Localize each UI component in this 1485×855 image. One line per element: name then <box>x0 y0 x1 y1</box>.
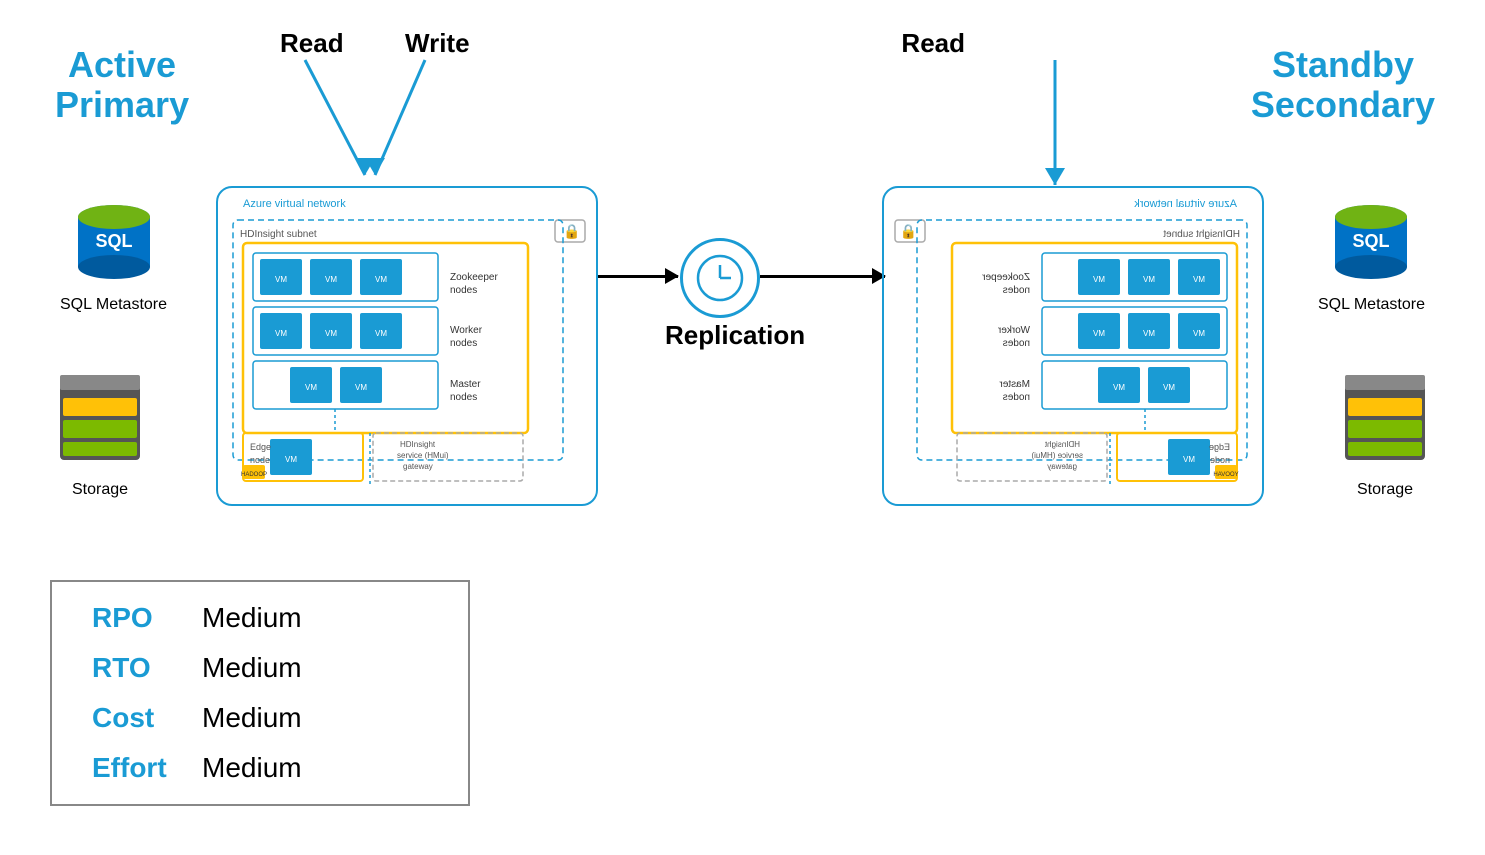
sql-metastore-right: SQL SQL Metastore <box>1318 195 1425 314</box>
svg-text:MV: MV <box>1162 383 1175 392</box>
svg-text:🔒: 🔒 <box>900 223 917 240</box>
svg-text:nodes: nodes <box>450 285 477 296</box>
effort-value: Medium <box>202 752 302 784</box>
svg-text:HDInsight: HDInsight <box>1044 440 1080 449</box>
hdinsight-cluster-right: Azure virtual network 🔒 HDInsight subnet… <box>880 185 1265 510</box>
rto-key: RTO <box>92 652 202 684</box>
svg-text:HDInsight subnet: HDInsight subnet <box>240 229 317 240</box>
svg-text:Azure virtual network: Azure virtual network <box>243 198 346 210</box>
effort-row: Effort Medium <box>92 752 428 784</box>
svg-text:Edge: Edge <box>250 442 271 452</box>
svg-text:Zookeeper: Zookeeper <box>982 272 1030 283</box>
svg-text:MV: MV <box>1192 275 1205 284</box>
svg-text:node: node <box>250 455 270 465</box>
svg-text:gateway: gateway <box>1047 462 1077 471</box>
sql-metastore-left-label: SQL Metastore <box>60 296 167 314</box>
storage-right-label: Storage <box>1340 481 1430 499</box>
svg-text:🔒: 🔒 <box>563 223 580 240</box>
sql-icon-left: SQL <box>69 195 159 285</box>
svg-text:Master: Master <box>450 379 481 390</box>
cost-row: Cost Medium <box>92 702 428 734</box>
active-label: Active <box>68 44 176 85</box>
svg-text:SQL: SQL <box>1353 231 1390 251</box>
svg-text:YOOVAH: YOOVAH <box>1213 472 1238 478</box>
rto-row: RTO Medium <box>92 652 428 684</box>
svg-text:gateway: gateway <box>403 462 433 471</box>
main-container: Active Primary Standby Secondary Read Wr… <box>0 0 1485 855</box>
svg-text:nodes: nodes <box>450 392 477 403</box>
svg-text:HDInsight: HDInsight <box>400 440 436 449</box>
svg-text:VM: VM <box>375 275 387 284</box>
standby-secondary-label: Standby Secondary <box>1251 45 1435 124</box>
svg-text:SQL: SQL <box>95 231 132 251</box>
svg-text:HADOOP: HADOOP <box>241 472 267 478</box>
svg-text:Zookeeper: Zookeeper <box>450 272 498 283</box>
storage-left-label: Storage <box>55 481 145 499</box>
rpo-key: RPO <box>92 602 202 634</box>
clock-icon <box>680 238 760 318</box>
svg-text:HDInsight subnet: HDInsight subnet <box>1163 229 1240 240</box>
storage-right: Storage <box>1340 370 1430 499</box>
svg-text:VM: VM <box>285 455 297 464</box>
effort-key: Effort <box>92 752 202 784</box>
svg-text:MV: MV <box>1142 329 1155 338</box>
cost-key: Cost <box>92 702 202 734</box>
secondary-label: Secondary <box>1251 84 1435 125</box>
svg-text:VM: VM <box>355 383 367 392</box>
rto-value: Medium <box>202 652 302 684</box>
svg-text:VM: VM <box>275 329 287 338</box>
read-write-arrows <box>255 30 475 205</box>
replication-arrow-right <box>760 275 885 278</box>
cost-value: Medium <box>202 702 302 734</box>
svg-text:Worker: Worker <box>997 325 1030 336</box>
storage-left: Storage <box>55 370 145 499</box>
svg-text:service (HMui): service (HMui) <box>397 451 449 460</box>
metrics-table: RPO Medium RTO Medium Cost Medium Effort… <box>50 580 470 806</box>
read-label-right: Read <box>901 28 965 59</box>
svg-text:MV: MV <box>1192 329 1205 338</box>
storage-icon-right <box>1340 370 1430 470</box>
hdinsight-cluster-left: Azure virtual network 🔒 HDInsight subnet… <box>215 185 600 510</box>
read-arrow-right <box>995 30 1115 205</box>
svg-text:node: node <box>1210 455 1230 465</box>
active-primary-label: Active Primary <box>55 45 189 124</box>
svg-text:nodes: nodes <box>1003 392 1030 403</box>
svg-text:service (HMui): service (HMui) <box>1031 451 1083 460</box>
svg-text:VM: VM <box>325 275 337 284</box>
svg-text:Azure virtual network: Azure virtual network <box>1134 198 1237 210</box>
svg-text:MV: MV <box>1092 329 1105 338</box>
replication-label: Replication <box>665 320 805 351</box>
primary-label: Primary <box>55 84 189 125</box>
svg-text:MV: MV <box>1142 275 1155 284</box>
svg-text:VM: VM <box>325 329 337 338</box>
sql-metastore-right-label: SQL Metastore <box>1318 296 1425 314</box>
svg-text:MV: MV <box>1182 455 1195 464</box>
svg-text:nodes: nodes <box>1003 285 1030 296</box>
svg-text:VM: VM <box>275 275 287 284</box>
replication-arrow-left <box>598 275 678 278</box>
svg-text:Master: Master <box>999 379 1030 390</box>
sql-metastore-left: SQL SQL Metastore <box>60 195 167 314</box>
svg-text:Edge: Edge <box>1209 442 1230 452</box>
svg-text:nodes: nodes <box>450 338 477 349</box>
svg-text:VM: VM <box>375 329 387 338</box>
svg-text:MV: MV <box>1092 275 1105 284</box>
svg-text:Worker: Worker <box>450 325 483 336</box>
rpo-row: RPO Medium <box>92 602 428 634</box>
sql-icon-right: SQL <box>1326 195 1416 285</box>
rpo-value: Medium <box>202 602 302 634</box>
svg-text:VM: VM <box>305 383 317 392</box>
storage-icon-left <box>55 370 145 470</box>
svg-text:nodes: nodes <box>1003 338 1030 349</box>
svg-text:MV: MV <box>1112 383 1125 392</box>
standby-label: Standby <box>1272 44 1414 85</box>
